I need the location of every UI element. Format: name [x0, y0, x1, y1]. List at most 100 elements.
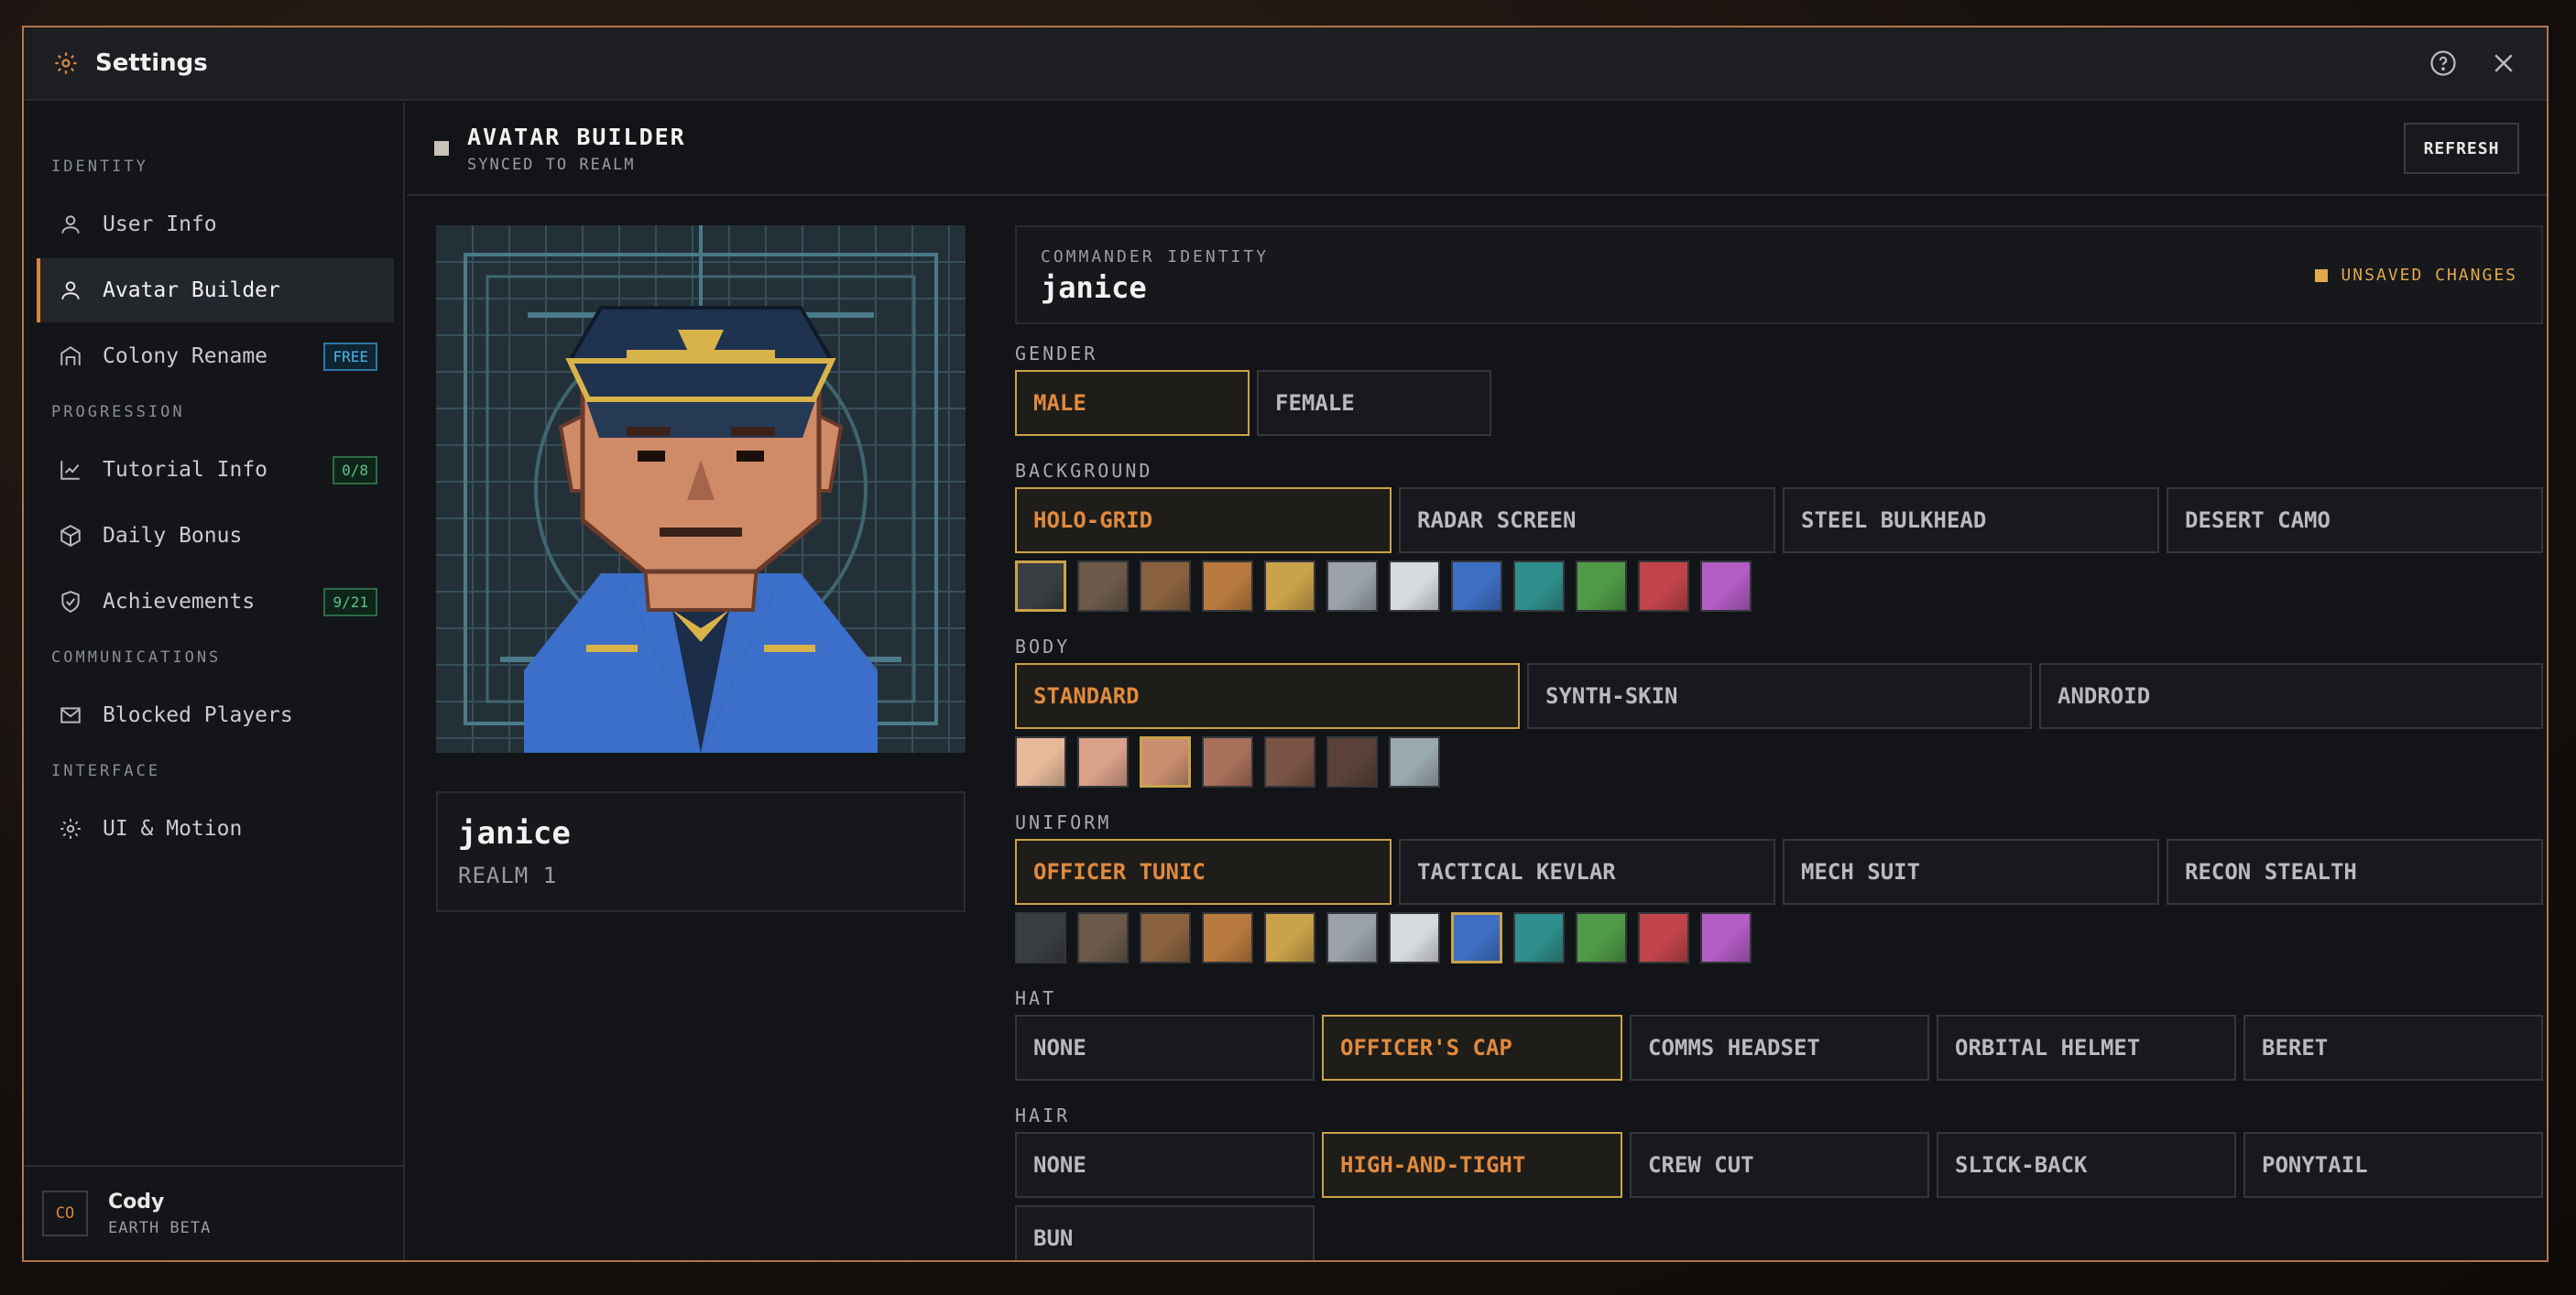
close-icon[interactable] [2490, 49, 2517, 77]
chart-icon [60, 461, 80, 480]
mail-icon [60, 707, 81, 724]
hair-option-slick-back[interactable]: SLICK-BACK [1937, 1132, 2236, 1198]
unsaved-status: UNSAVED CHANGES [2315, 266, 2517, 285]
hat-option-orbital-helmet[interactable]: ORBITAL HELMET [1937, 1015, 2236, 1081]
sidebar-item-label: Colony Rename [103, 344, 268, 368]
building-icon [60, 346, 81, 365]
uniform-label: UNIFORM [1015, 811, 1112, 833]
body-color-swatch[interactable] [1389, 736, 1440, 788]
background-option-desert-camo[interactable]: DESERT CAMO [2167, 487, 2543, 553]
avatar-realm: REALM 1 [458, 863, 558, 888]
hair-label: HAIR [1015, 1105, 1071, 1126]
main-panel: AVATAR BUILDER SYNCED TO REALM REFRESH j… [407, 103, 2547, 1260]
body-option-standard[interactable]: STANDARD [1015, 663, 1520, 729]
uniform-color-swatch[interactable] [1451, 912, 1502, 963]
sidebar-item-label: Achievements [103, 590, 256, 614]
uniform-color-swatch[interactable] [1326, 912, 1378, 963]
background-color-swatch[interactable] [1638, 560, 1689, 612]
uniform-color-swatch[interactable] [1389, 912, 1440, 963]
body-color-swatch[interactable] [1264, 736, 1315, 788]
hat-option-comms-headset[interactable]: COMMS HEADSET [1630, 1015, 1929, 1081]
user-card[interactable]: CO Cody EARTH BETA [24, 1165, 403, 1260]
uniform-option-recon-stealth[interactable]: RECON STEALTH [2167, 839, 2543, 905]
sidebar-item-tutorial-info[interactable]: Tutorial Info 0/8 [37, 438, 394, 502]
sidebar-item-ui-motion[interactable]: UI & Motion [37, 797, 394, 861]
hair-option-crew-cut[interactable]: CREW CUT [1630, 1132, 1929, 1198]
unsaved-label: UNSAVED CHANGES [2341, 266, 2517, 285]
sidebar-item-colony-rename[interactable]: Colony Rename FREE [37, 324, 394, 388]
gender-option-female[interactable]: FEMALE [1257, 370, 1491, 436]
background-color-swatch[interactable] [1326, 560, 1378, 612]
background-label: BACKGROUND [1015, 460, 1153, 482]
hat-option-none[interactable]: NONE [1015, 1015, 1315, 1081]
header-marker [434, 141, 449, 156]
count-badge: 9/21 [323, 587, 377, 616]
panel-header: AVATAR BUILDER SYNCED TO REALM REFRESH [407, 103, 2547, 196]
help-icon[interactable] [2429, 49, 2457, 77]
sidebar-item-user-info[interactable]: User Info [37, 192, 394, 256]
hair-option-bun[interactable]: BUN [1015, 1205, 1315, 1260]
hat-option-officers-cap[interactable]: OFFICER'S CAP [1322, 1015, 1622, 1081]
background-option-steel-bulkhead[interactable]: STEEL BULKHEAD [1783, 487, 2159, 553]
sidebar-item-avatar-builder[interactable]: Avatar Builder [37, 258, 394, 322]
avatar-name: janice [458, 815, 571, 852]
user-icon [61, 281, 80, 299]
identity-label: COMMANDER IDENTITY [1041, 247, 1270, 267]
hair-option-high-and-tight[interactable]: HIGH-AND-TIGHT [1322, 1132, 1622, 1198]
background-color-swatch[interactable] [1077, 560, 1129, 612]
refresh-button[interactable]: REFRESH [2404, 123, 2519, 174]
uniform-option-officer-tunic[interactable]: OFFICER TUNIC [1015, 839, 1392, 905]
body-option-synth-skin[interactable]: SYNTH-SKIN [1527, 663, 2032, 729]
body-color-swatch[interactable] [1202, 736, 1253, 788]
background-color-swatch[interactable] [1576, 560, 1627, 612]
uniform-color-swatch[interactable] [1140, 912, 1191, 963]
background-color-swatch[interactable] [1389, 560, 1440, 612]
avatar-preview [436, 225, 966, 753]
uniform-color-swatch[interactable] [1202, 912, 1253, 963]
uniform-color-swatch[interactable] [1513, 912, 1565, 963]
shield-icon [61, 591, 80, 613]
body-color-swatch[interactable] [1326, 736, 1378, 788]
gender-option-male[interactable]: MALE [1015, 370, 1250, 436]
body-color-swatch[interactable] [1077, 736, 1129, 788]
body-color-swatch[interactable] [1140, 736, 1191, 788]
sidebar-item-achievements[interactable]: Achievements 9/21 [37, 570, 394, 634]
sidebar-item-daily-bonus[interactable]: Daily Bonus [37, 504, 394, 568]
panel-subtitle: SYNCED TO REALM [467, 155, 636, 174]
uniform-color-swatch[interactable] [1576, 912, 1627, 963]
uniform-color-swatch[interactable] [1015, 912, 1066, 963]
background-option-radar-screen[interactable]: RADAR SCREEN [1399, 487, 1775, 553]
uniform-option-mech-suit[interactable]: MECH SUIT [1783, 839, 2159, 905]
hair-option-none[interactable]: NONE [1015, 1132, 1315, 1198]
background-color-swatch[interactable] [1140, 560, 1191, 612]
uniform-color-swatch[interactable] [1638, 912, 1689, 963]
body-option-android[interactable]: ANDROID [2039, 663, 2543, 729]
sidebar-item-label: Blocked Players [103, 703, 293, 727]
identity-name: janice [1041, 270, 1147, 305]
section-progression: PROGRESSION [51, 403, 185, 421]
background-color-swatch[interactable] [1202, 560, 1253, 612]
titlebar: Settings [24, 27, 2547, 101]
background-color-swatch[interactable] [1700, 560, 1752, 612]
gender-label: GENDER [1015, 343, 1098, 365]
background-color-swatch[interactable] [1451, 560, 1502, 612]
sidebar-item-blocked-players[interactable]: Blocked Players [37, 683, 394, 747]
uniform-color-swatch[interactable] [1264, 912, 1315, 963]
background-color-swatch[interactable] [1015, 560, 1066, 612]
uniform-color-swatch[interactable] [1077, 912, 1129, 963]
uniform-option-tactical-kevlar[interactable]: TACTICAL KEVLAR [1399, 839, 1775, 905]
hair-option-ponytail[interactable]: PONYTAIL [2243, 1132, 2543, 1198]
uniform-color-swatch[interactable] [1700, 912, 1752, 963]
background-option-holo-grid[interactable]: HOLO-GRID [1015, 487, 1392, 553]
hat-label: HAT [1015, 987, 1057, 1009]
hat-option-beret[interactable]: BERET [2243, 1015, 2543, 1081]
section-interface: INTERFACE [51, 762, 161, 780]
body-color-swatch[interactable] [1015, 736, 1066, 788]
sidebar-item-label: UI & Motion [103, 817, 243, 841]
background-color-swatch[interactable] [1513, 560, 1565, 612]
status-dot [2315, 268, 2329, 282]
background-color-swatch[interactable] [1264, 560, 1315, 612]
sidebar-item-label: User Info [103, 212, 217, 236]
user-name: Cody [108, 1190, 165, 1213]
section-communications: COMMUNICATIONS [51, 648, 222, 667]
